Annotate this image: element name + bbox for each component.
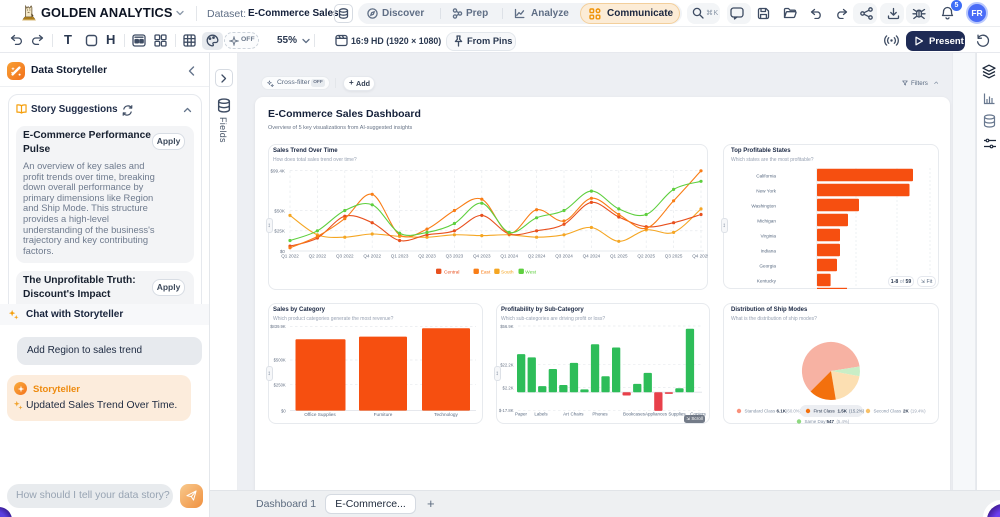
svg-text:Standard Class: Standard Class (745, 409, 777, 414)
svg-text:Q1 2024: Q1 2024 (500, 253, 518, 258)
svg-text:Q3 2023: Q3 2023 (446, 253, 464, 258)
svg-text:Q2 2025: Q2 2025 (637, 253, 655, 258)
svg-text:1.5K: 1.5K (838, 409, 848, 414)
svg-text:Paper: Paper (515, 412, 528, 417)
svg-text:$22.2K: $22.2K (500, 363, 513, 368)
svg-text:Technology: Technology (434, 412, 458, 417)
svg-text:New York: New York (756, 188, 776, 193)
svg-text:Office Supplies: Office Supplies (304, 412, 336, 417)
svg-text:$0: $0 (281, 408, 286, 413)
svg-text:$50K: $50K (274, 208, 286, 213)
svg-text:Georgia: Georgia (759, 263, 776, 268)
svg-text:Washington: Washington (751, 203, 776, 208)
svg-text:South: South (501, 269, 514, 275)
svg-text:Q2 2024: Q2 2024 (528, 253, 546, 258)
svg-text:(60.0%): (60.0%) (786, 409, 802, 414)
svg-text:Q3 2025: Q3 2025 (665, 253, 683, 258)
svg-text:Appliances: Appliances (645, 412, 668, 417)
svg-text:First Class: First Class (814, 409, 836, 414)
svg-text:2K: 2K (903, 409, 910, 414)
svg-text:Virginia: Virginia (760, 233, 776, 238)
svg-text:$250K: $250K (274, 382, 286, 387)
svg-text:Q4 2025: Q4 2025 (692, 253, 708, 258)
svg-text:Q1 2022: Q1 2022 (281, 253, 299, 258)
svg-text:Bookcases: Bookcases (623, 412, 646, 417)
svg-text:Furniture: Furniture (374, 412, 393, 417)
svg-text:Michigan: Michigan (757, 218, 776, 223)
svg-text:Phones: Phones (592, 412, 608, 417)
svg-text:Q1 2025: Q1 2025 (610, 253, 628, 258)
svg-text:$56.9K: $56.9K (500, 324, 513, 329)
svg-text:$25K: $25K (274, 229, 286, 234)
svg-text:Q3 2024: Q3 2024 (555, 253, 573, 258)
svg-text:West: West (525, 269, 537, 275)
svg-text:Second Class: Second Class (874, 409, 903, 414)
svg-text:Q3 2022: Q3 2022 (336, 253, 354, 258)
svg-text:$99.4K: $99.4K (270, 168, 285, 173)
svg-text:$500K: $500K (274, 358, 286, 363)
svg-text:(15.2%): (15.2%) (849, 409, 865, 414)
svg-text:Q4 2024: Q4 2024 (583, 253, 601, 258)
svg-text:California: California (756, 173, 776, 178)
svg-text:$-17.8K: $-17.8K (499, 408, 514, 413)
svg-text:Kentucky: Kentucky (757, 278, 777, 283)
svg-text:(19.4%): (19.4%) (911, 409, 927, 414)
svg-text:Q2 2023: Q2 2023 (418, 253, 436, 258)
svg-text:East: East (481, 269, 491, 275)
svg-text:Labels: Labels (534, 412, 548, 417)
svg-text:Q1 2023: Q1 2023 (391, 253, 409, 258)
svg-text:$2.2K: $2.2K (503, 385, 514, 390)
svg-text:Q4 2023: Q4 2023 (473, 253, 491, 258)
svg-text:(5.4%): (5.4%) (837, 419, 850, 424)
svg-text:$839.9K: $839.9K (270, 324, 286, 329)
svg-text:547: 547 (827, 419, 835, 424)
svg-text:Same Day: Same Day (805, 419, 827, 424)
svg-text:Art: Art (563, 412, 570, 417)
svg-text:Central: Central (444, 269, 459, 275)
svg-text:Q2 2022: Q2 2022 (309, 253, 327, 258)
svg-text:Chairs: Chairs (570, 412, 584, 417)
svg-text:Q4 2022: Q4 2022 (363, 253, 381, 258)
svg-text:Indiana: Indiana (761, 248, 777, 253)
